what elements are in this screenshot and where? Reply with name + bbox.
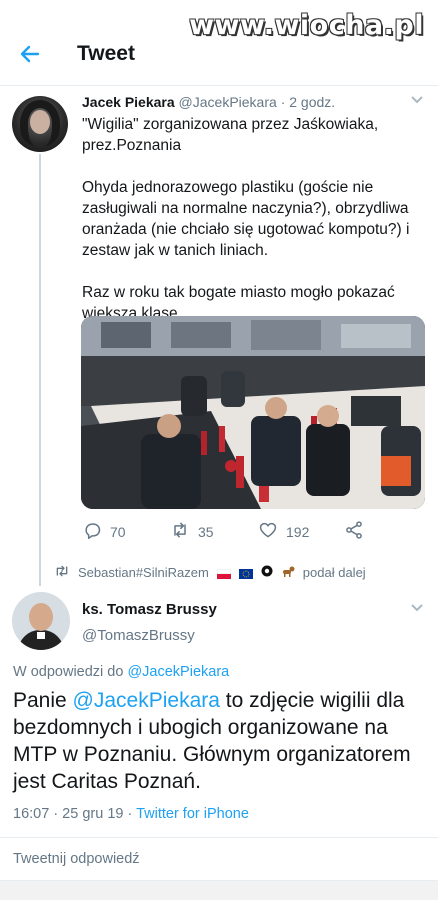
retweeted-suffix: podał dalej <box>302 565 366 580</box>
author-handle[interactable]: @JacekPiekara <box>179 94 277 110</box>
tweet-actions: 70 35 192 <box>80 520 380 542</box>
top-bar: Tweet www.wiocha.pl <box>0 0 438 86</box>
reply-count: 70 <box>110 523 126 540</box>
tweet-paragraph: Ohyda jednorazowego plastiku (goście nie… <box>82 179 410 259</box>
tweet-photo[interactable] <box>81 316 425 509</box>
author-name[interactable]: Jacek Piekara <box>82 94 175 110</box>
author-name[interactable]: ks. Tomasz Brussy <box>82 601 217 618</box>
badge-icon <box>261 565 273 580</box>
reply-prefix: W odpowiedzi do <box>13 664 124 680</box>
reply-icon <box>82 520 102 543</box>
thread-line <box>39 154 41 586</box>
chevron-down-icon[interactable] <box>410 92 424 108</box>
share-icon <box>344 520 364 543</box>
reply-context: W odpowiedzi do @JacekPiekara <box>13 664 229 680</box>
tweet-header: Jacek Piekara @JacekPiekara · 2 godz. <box>82 94 335 110</box>
flag-poland-icon <box>216 565 231 580</box>
tweet-time: · 2 godz. <box>280 94 336 110</box>
reply-mention-link[interactable]: @JacekPiekara <box>127 664 229 680</box>
retweet-count: 35 <box>198 523 214 540</box>
flag-eu-icon <box>238 565 253 580</box>
retweet-button[interactable]: 35 <box>170 520 214 543</box>
source-link[interactable]: Twitter for iPhone <box>136 806 249 822</box>
tweet-text: Panie @JacekPiekara to zdjęcie wigilii d… <box>13 687 423 795</box>
author-handle[interactable]: @TomaszBrussy <box>82 627 195 644</box>
avatar[interactable] <box>12 96 68 152</box>
like-count: 192 <box>286 523 310 540</box>
tweet-text-start: Panie <box>13 689 73 712</box>
retweet-small-icon <box>54 564 70 581</box>
retweeter-name: Sebastian#SilniRazem <box>78 565 209 580</box>
tweet-text: "Wigilia" zorganizowana przez Jaśkowiaka… <box>82 114 422 345</box>
timestamp: 16:07 · 25 gru 19 · <box>13 806 137 822</box>
reply-input[interactable]: Tweetnij odpowiedź <box>13 851 140 867</box>
avatar[interactable] <box>12 592 70 650</box>
chevron-down-icon[interactable] <box>410 600 424 616</box>
mention-link[interactable]: @JacekPiekara <box>73 689 220 712</box>
share-button[interactable] <box>344 520 364 543</box>
like-icon <box>258 520 278 543</box>
watermark: www.wiocha.pl <box>189 10 424 41</box>
back-arrow-icon[interactable] <box>18 42 48 68</box>
like-button[interactable]: 192 <box>258 520 309 543</box>
retweeted-by[interactable]: Sebastian#SilniRazem podał dalej <box>54 564 366 581</box>
page-title: Tweet <box>77 42 135 65</box>
reply-button[interactable]: 70 <box>82 520 126 543</box>
tweet-meta: 16:07 · 25 gru 19 · Twitter for iPhone <box>13 806 249 822</box>
retweet-icon <box>170 520 190 543</box>
divider <box>0 837 438 838</box>
bottom-strip <box>0 880 438 900</box>
dog-icon <box>281 565 295 580</box>
tweet-paragraph: "Wigilia" zorganizowana przez Jaśkowiaka… <box>82 116 379 154</box>
